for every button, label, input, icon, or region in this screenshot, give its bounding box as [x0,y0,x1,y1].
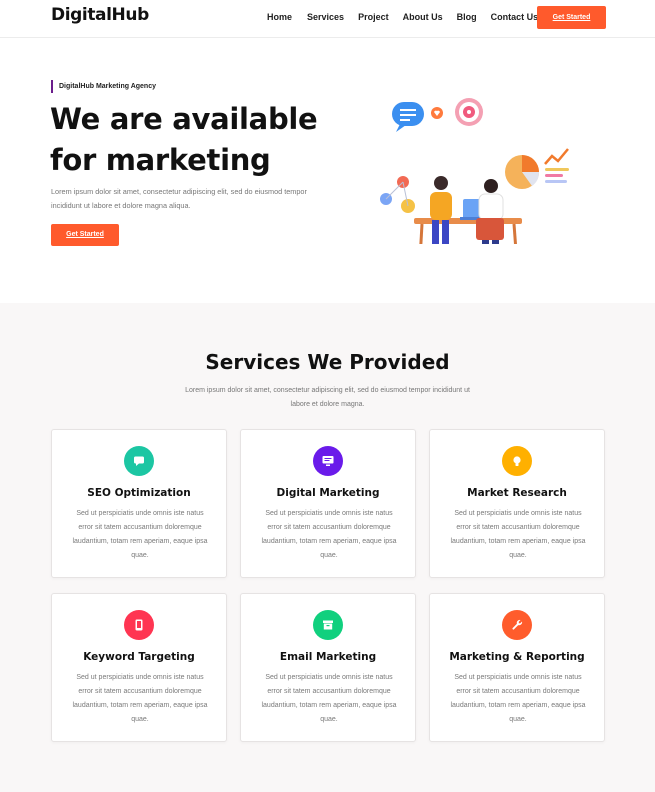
nav-contact-us[interactable]: Contact Us [491,12,539,22]
phone-icon [124,610,154,640]
service-card-marketing-reporting[interactable]: Marketing & Reporting Sed ut perspiciati… [429,593,605,742]
service-card-text: Sed ut perspiciatis unde omnis iste natu… [450,510,586,559]
service-card-seo[interactable]: SEO Optimization Sed ut perspiciatis und… [51,429,227,578]
archive-icon [313,610,343,640]
service-card-title: Digital Marketing [276,487,380,499]
service-card-text: Sed ut perspiciatis unde omnis iste natu… [261,510,397,559]
service-card-text: Sed ut perspiciatis unde omnis iste natu… [261,674,397,723]
hero-description: Lorem ipsum dolor sit amet, consectetur … [51,187,307,210]
service-card-text: Sed ut perspiciatis unde omnis iste natu… [450,674,586,723]
marketing-team-illustration [380,98,569,244]
service-card-title: SEO Optimization [87,487,191,499]
nav-services[interactable]: Services [307,12,344,22]
service-card-title: Email Marketing [279,651,377,663]
hero-kicker: DigitalHub Marketing Agency [51,80,156,93]
service-card-digital-marketing[interactable]: Digital Marketing Sed ut perspiciatis un… [240,429,416,578]
monitor-icon [313,446,343,476]
hero-get-started-button[interactable]: Get Started [51,224,119,246]
site-header: DigitalHub Home Services Project About U… [0,0,655,38]
service-card-market-research[interactable]: Market Research Sed ut perspiciatis unde… [429,429,605,578]
hero-title: We are available for marketing [50,99,350,181]
service-card-text: Sed ut perspiciatis unde omnis iste natu… [72,674,208,723]
hero-title-line-2: for marketing [50,143,271,177]
service-card-keyword-targeting[interactable]: Keyword Targeting Sed ut perspiciatis un… [51,593,227,742]
chat-icon [124,446,154,476]
nav-home[interactable]: Home [267,12,292,22]
service-card-title: Keyword Targeting [83,651,195,663]
hero-title-line-1: We are available [50,102,318,136]
nav-about-us[interactable]: About Us [403,12,443,22]
service-card-email-marketing[interactable]: Email Marketing Sed ut perspiciatis unde… [240,593,416,742]
service-card-title: Marketing & Reporting [449,651,585,663]
services-description: Lorem ipsum dolor sit amet, consectetur … [185,387,470,408]
site-logo[interactable]: DigitalHub [51,5,149,25]
hero-section: DigitalHub Marketing Agency We are avail… [0,39,655,303]
service-card-title: Market Research [467,487,567,499]
main-nav: Home Services Project About Us Blog Cont… [267,12,552,22]
service-card-text: Sed ut perspiciatis unde omnis iste natu… [72,510,208,559]
nav-blog[interactable]: Blog [457,12,477,22]
wrench-icon [502,610,532,640]
services-title: Services We Provided [205,350,450,374]
nav-project[interactable]: Project [358,12,389,22]
lightbulb-icon [502,446,532,476]
services-section: Services We Provided Lorem ipsum dolor s… [0,303,655,792]
header-get-started-button[interactable]: Get Started [537,6,606,29]
